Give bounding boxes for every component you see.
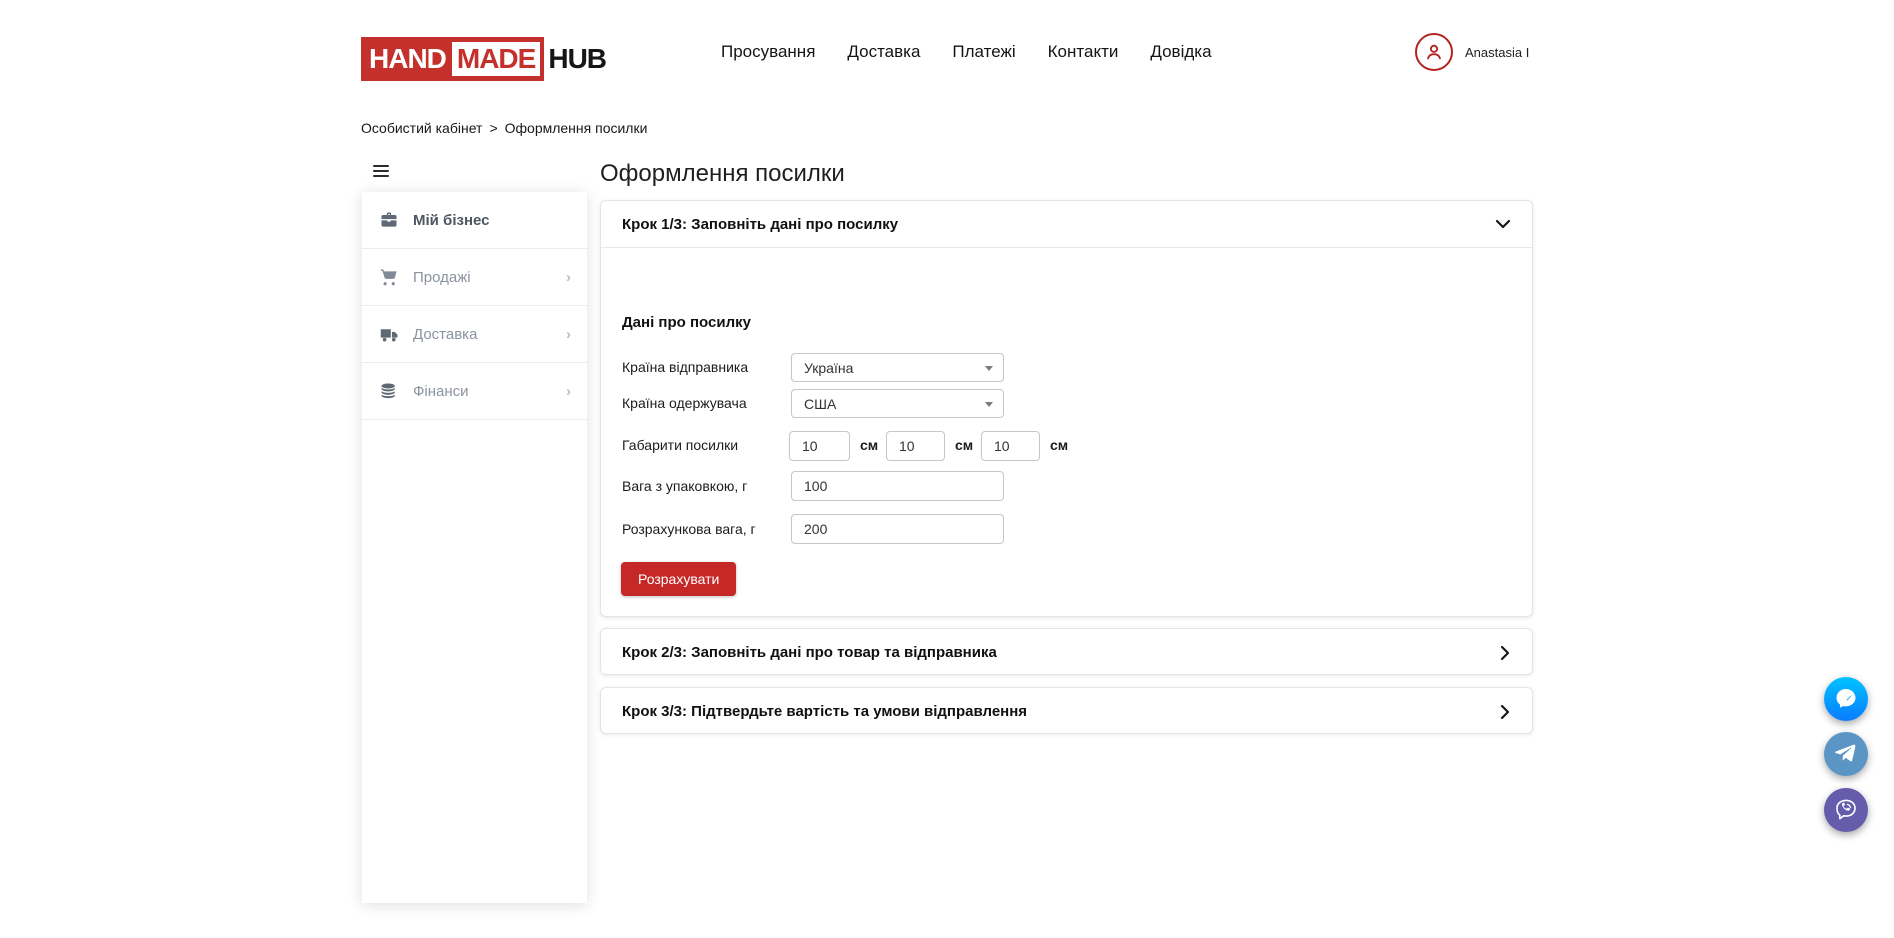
sidebar-item-label: Доставка bbox=[413, 326, 477, 343]
calc-weight-label: Розрахункова вага, г bbox=[622, 521, 756, 537]
user-name: Anastasia I bbox=[1465, 45, 1529, 60]
page-title: Оформлення посилки bbox=[600, 160, 845, 188]
step-1-header[interactable]: Крок 1/3: Заповніть дані про посилку bbox=[601, 201, 1532, 248]
nav-item-promotion[interactable]: Просування bbox=[721, 42, 815, 62]
weight-label: Вага з упаковкою, г bbox=[622, 478, 747, 494]
chevron-right-icon: › bbox=[566, 326, 571, 343]
step-3-card: Крок 3/3: Підтвердьте вартість та умови … bbox=[600, 687, 1533, 734]
telegram-button[interactable] bbox=[1824, 732, 1868, 776]
chevron-right-icon[interactable] bbox=[1499, 704, 1511, 720]
recipient-country-select[interactable]: США bbox=[791, 389, 1004, 418]
sidebar-item-sales[interactable]: Продажі › bbox=[362, 249, 587, 306]
sender-country-label: Країна відправника bbox=[622, 359, 748, 375]
step-2-header[interactable]: Крок 2/3: Заповніть дані про товар та ві… bbox=[601, 629, 1532, 676]
chevron-right-icon: › bbox=[566, 269, 571, 286]
user-account[interactable]: Anastasia I bbox=[1415, 0, 1529, 104]
nav-item-help[interactable]: Довідка bbox=[1150, 42, 1211, 62]
dropdown-arrow-icon bbox=[985, 366, 993, 371]
viber-icon bbox=[1833, 797, 1859, 823]
chevron-right-icon[interactable] bbox=[1499, 645, 1511, 661]
dimension-width-input[interactable] bbox=[886, 431, 945, 461]
sidebar-item-label: Мій бізнес bbox=[413, 212, 490, 229]
brand-logo-box: HAND MADE bbox=[361, 37, 544, 81]
dimension-height-input[interactable] bbox=[981, 431, 1040, 461]
cart-icon bbox=[378, 266, 400, 288]
nav-item-delivery[interactable]: Доставка bbox=[847, 42, 920, 62]
nav-item-payments[interactable]: Платежі bbox=[952, 42, 1015, 62]
step-1-body: Дані про посилку Країна відправника Укра… bbox=[601, 248, 1532, 617]
step-3-header[interactable]: Крок 3/3: Підтвердьте вартість та умови … bbox=[601, 688, 1532, 735]
recipient-country-value: США bbox=[804, 396, 836, 412]
breadcrumb: Особистий кабінет > Оформлення посилки bbox=[361, 120, 647, 136]
dimension-unit: см bbox=[955, 437, 973, 453]
chevron-down-icon[interactable] bbox=[1495, 218, 1511, 230]
sidebar-item-label: Фінанси bbox=[413, 383, 469, 400]
brand-logo[interactable]: HAND MADE HUB bbox=[361, 37, 606, 81]
brand-part-made: MADE bbox=[452, 42, 540, 76]
truck-icon bbox=[378, 323, 400, 345]
person-icon bbox=[1423, 41, 1445, 63]
sidebar: Мій бізнес Продажі › Доставка › Фіна bbox=[362, 192, 587, 903]
step-1-title: Крок 1/3: Заповніть дані про посилку bbox=[622, 216, 898, 233]
step-3-title: Крок 3/3: Підтвердьте вартість та умови … bbox=[622, 703, 1027, 720]
parcel-data-section-title: Дані про посилку bbox=[622, 314, 751, 331]
brand-part-hand: HAND bbox=[369, 43, 446, 75]
dimension-length-input[interactable] bbox=[789, 431, 850, 461]
step-2-title: Крок 2/3: Заповніть дані про товар та ві… bbox=[622, 644, 997, 661]
sidebar-item-delivery[interactable]: Доставка › bbox=[362, 306, 587, 363]
briefcase-icon bbox=[378, 209, 400, 231]
sidebar-item-my-business[interactable]: Мій бізнес bbox=[362, 192, 587, 249]
dimension-unit: см bbox=[860, 437, 878, 453]
step-2-card: Крок 2/3: Заповніть дані про товар та ві… bbox=[600, 628, 1533, 675]
calc-weight-input[interactable] bbox=[791, 514, 1004, 544]
messenger-button[interactable] bbox=[1824, 677, 1868, 721]
telegram-icon bbox=[1834, 742, 1858, 766]
coins-icon bbox=[378, 380, 400, 402]
messenger-icon bbox=[1834, 687, 1858, 711]
brand-part-hub: HUB bbox=[548, 43, 606, 75]
top-navigation: Просування Доставка Платежі Контакти Дов… bbox=[721, 0, 1212, 104]
dimensions-label: Габарити посилки bbox=[622, 437, 738, 453]
recipient-country-label: Країна одержувача bbox=[622, 395, 747, 411]
sender-country-value: Україна bbox=[804, 360, 853, 376]
avatar bbox=[1415, 33, 1453, 71]
calculate-button[interactable]: Розрахувати bbox=[621, 562, 736, 596]
sidebar-item-label: Продажі bbox=[413, 269, 471, 286]
step-1-card: Крок 1/3: Заповніть дані про посилку Дан… bbox=[600, 200, 1533, 617]
hamburger-icon[interactable] bbox=[373, 165, 389, 177]
dropdown-arrow-icon bbox=[985, 402, 993, 407]
dimension-unit: см bbox=[1050, 437, 1068, 453]
weight-input[interactable] bbox=[791, 471, 1004, 501]
breadcrumb-current: Оформлення посилки bbox=[505, 120, 648, 136]
viber-button[interactable] bbox=[1824, 788, 1868, 832]
breadcrumb-home[interactable]: Особистий кабінет bbox=[361, 120, 482, 136]
sidebar-item-finance[interactable]: Фінанси › bbox=[362, 363, 587, 420]
breadcrumb-separator: > bbox=[489, 120, 497, 136]
chevron-right-icon: › bbox=[566, 383, 571, 400]
nav-item-contacts[interactable]: Контакти bbox=[1048, 42, 1119, 62]
sender-country-select[interactable]: Україна bbox=[791, 353, 1004, 382]
